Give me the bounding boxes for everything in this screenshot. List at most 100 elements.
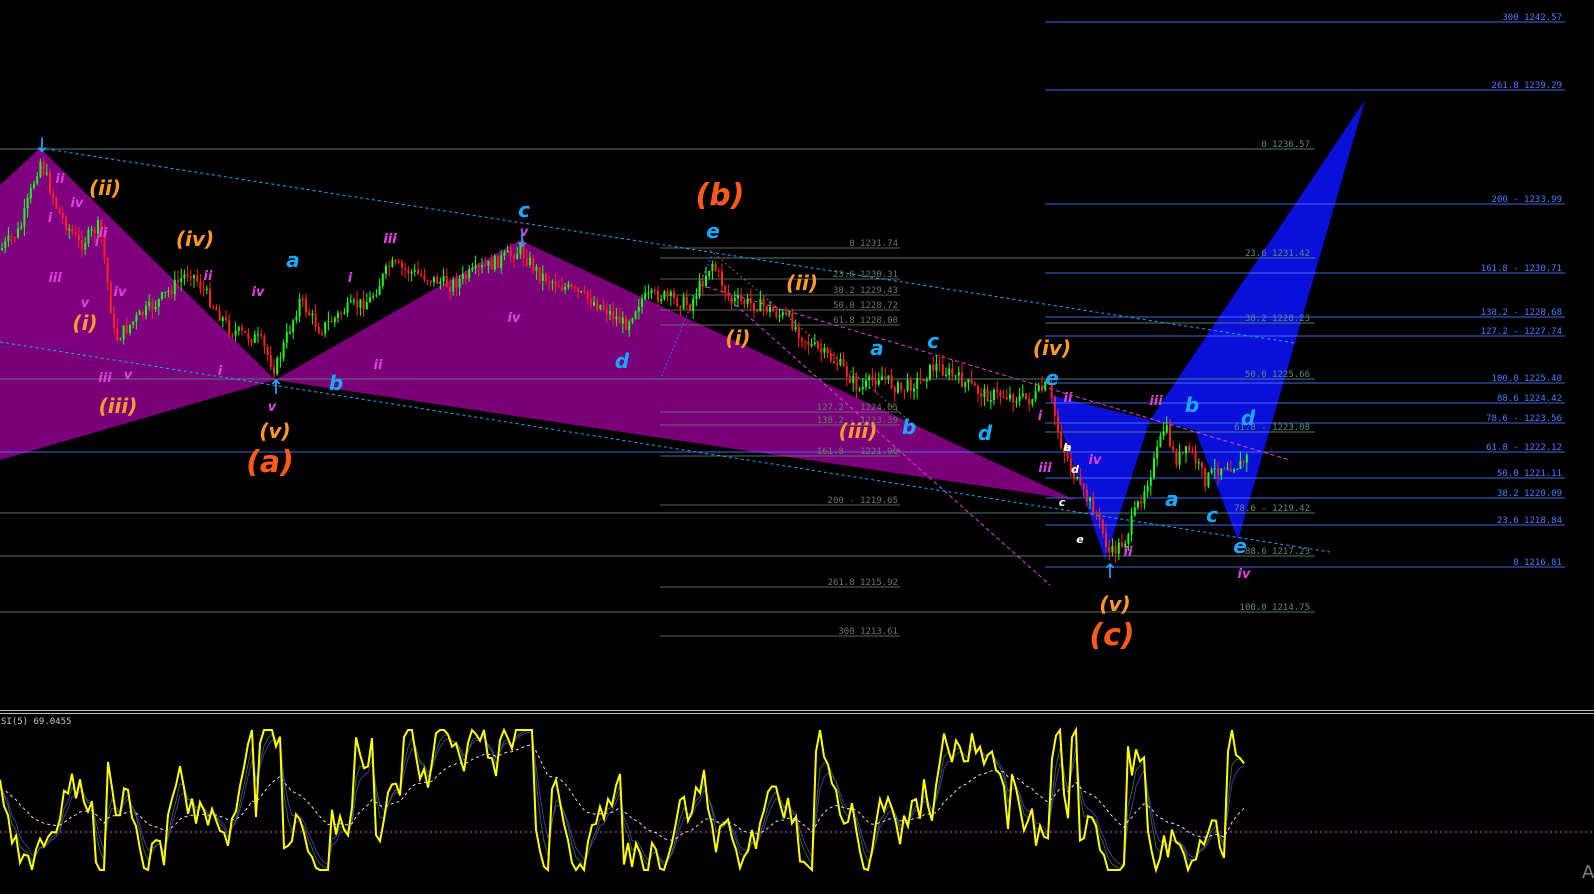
candle-body [1130,515,1133,535]
candle-body [679,305,682,309]
candle-body [1009,394,1011,400]
fib-label: 161.8 - 1221.96 [817,447,898,457]
candle-body [916,377,919,389]
candle-body [1015,400,1018,403]
candle-body [1105,533,1107,547]
candle-body [833,361,835,364]
candle-body [1229,468,1232,472]
candle-body [314,313,317,327]
candle-body [417,269,419,274]
candle-body [55,197,58,208]
candle-body [1242,460,1245,463]
candle-body [1021,393,1024,397]
candle-body [881,376,883,381]
rsi-panel-border-2 [0,713,1594,714]
candle-body [61,213,64,218]
candle-body [852,375,855,383]
candle-body [1025,393,1027,399]
wave-label: ii [204,269,213,284]
candle-body [1031,399,1034,405]
candle-body [890,375,893,388]
candle-body [295,316,298,321]
candle-body [273,367,275,375]
fib-label: 261.8 1239.29 [1492,81,1562,91]
candle-body [593,302,595,306]
candle-body [737,295,739,298]
down-arrow-icon: ↓ [34,133,51,157]
candle-body [33,183,35,188]
candle-body [1034,390,1037,400]
candle-body [1108,546,1111,553]
candle-body [1153,458,1155,478]
fib-label: 0 1231.74 [849,239,898,249]
candle-body [20,226,23,229]
candle-body [746,298,749,305]
candle-body [829,353,832,362]
candle-body [583,291,586,293]
candle-body [161,292,163,299]
fib-label: 0 1216.81 [1513,558,1562,568]
candle-body [1207,472,1210,487]
candle-body [292,320,295,333]
candle-body [641,299,643,307]
candle-body [305,298,307,313]
candle-body [839,358,842,365]
wave-label: e [706,219,720,243]
fib-label: 100.0 1214.75 [1240,603,1310,613]
candle-body [173,279,176,295]
candle-body [781,312,784,316]
candle-body [49,172,51,193]
wave-label: (a) [246,445,294,480]
wave-label: d [615,349,630,373]
candle-body [410,271,413,274]
candle-body [906,379,909,391]
candle-body [605,309,608,315]
candle-body [247,332,250,340]
wave-label: c [1206,503,1218,527]
candle-body [1146,485,1149,492]
candle-body [170,290,173,295]
candle-body [1165,424,1168,432]
candle-body [1233,469,1235,472]
wave-label: (i) [72,311,97,335]
fib-label: 261.8 1215.92 [828,578,898,588]
candle-body [340,312,343,315]
candle-body [618,316,621,324]
candle-body [45,172,48,174]
candle-body [877,380,880,385]
candle-body [724,286,727,293]
candle-body [861,386,864,389]
candle-body [692,298,695,311]
candle-body [189,276,192,279]
candle-body [794,326,797,330]
wave-label: i [1038,409,1043,424]
candle-body [634,311,637,319]
candle-body [884,376,887,379]
candle-body [253,334,256,343]
candle-body [228,320,231,335]
candle-body [580,291,583,293]
wave-label: v [124,368,133,383]
candle-body [682,296,685,309]
candle-body [186,274,189,277]
candle-body [788,312,791,315]
candle-body [791,312,794,330]
candle-body [164,292,167,294]
wave-label: d [978,421,993,445]
wave-label: (v) [1099,592,1130,616]
candle-body [609,310,611,315]
candle-body [237,327,240,331]
candle-body [401,262,403,268]
candle-body [516,253,519,260]
candle-body [714,263,717,271]
wave-label: ii [1064,391,1073,406]
wave-label: b [1185,393,1199,417]
candle-body [1194,451,1197,464]
wave-label: ii [1124,545,1133,560]
candle-body [29,187,32,199]
wave-label: iv [71,196,84,211]
candle-body [753,303,755,311]
candle-body [250,339,253,343]
candle-body [538,266,541,281]
fib-label: 61.8 - 1222.12 [1486,443,1562,453]
